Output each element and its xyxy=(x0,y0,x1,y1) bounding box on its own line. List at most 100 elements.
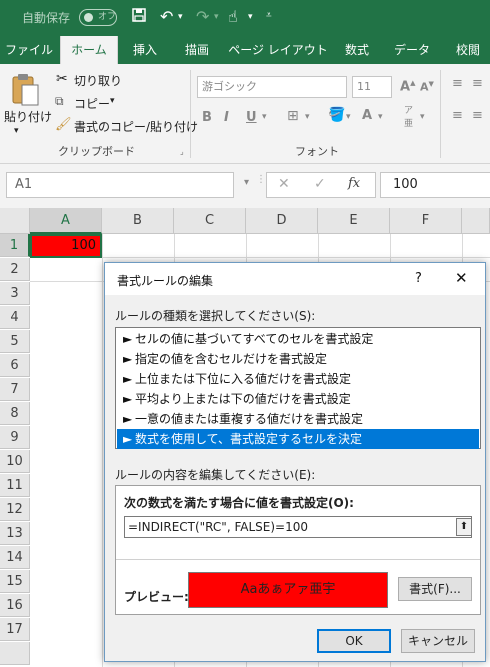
redo-icon: ↷ xyxy=(196,7,210,26)
row-header[interactable]: 8 xyxy=(0,402,30,425)
copy-icon[interactable]: ⧉ xyxy=(55,94,64,109)
copy-dropdown-icon[interactable]: ▾ xyxy=(110,96,115,106)
row-header[interactable]: 7 xyxy=(0,378,30,401)
collapse-dialog-icon[interactable]: ⬆ xyxy=(456,518,472,536)
fill-color-dropdown-icon[interactable]: ▾ xyxy=(346,112,351,122)
tab-data[interactable]: データ xyxy=(384,36,440,64)
tab-home[interactable]: ホーム xyxy=(60,36,118,64)
autosave-toggle[interactable]: オフ xyxy=(79,9,117,26)
font-size-combo[interactable]: 11 xyxy=(352,76,392,98)
italic-button[interactable]: I xyxy=(224,110,229,125)
tab-draw[interactable]: 描画 xyxy=(172,36,222,64)
column-header-f[interactable]: F xyxy=(390,208,462,234)
phonetic-dropdown-icon[interactable]: ▾ xyxy=(420,112,425,122)
align-center-icon[interactable]: ≡ xyxy=(472,108,483,123)
rule-type-item-selected[interactable]: ► 数式を使用して、書式設定するセルを決定 xyxy=(117,429,479,449)
clipboard-group-label: クリップボード xyxy=(58,145,135,158)
row-header[interactable]: 1 xyxy=(0,234,30,257)
undo-icon[interactable]: ↶ xyxy=(160,7,173,26)
undo-dropdown-icon[interactable]: ▾ xyxy=(178,12,183,22)
paste-button[interactable]: 貼り付け xyxy=(4,108,52,125)
borders-dropdown-icon[interactable]: ▾ xyxy=(305,112,310,122)
rule-type-item[interactable]: ► セルの値に基づいてすべてのセルを書式設定 xyxy=(117,329,479,349)
row-header[interactable]: 13 xyxy=(0,522,30,545)
arrow-icon: ► xyxy=(123,392,133,406)
align-top-icon[interactable]: ≡ xyxy=(452,76,463,91)
row-header[interactable]: 10 xyxy=(0,450,30,473)
tab-review[interactable]: 校閲 xyxy=(446,36,490,64)
rule-type-item[interactable]: ► 上位または下位に入る値だけを書式設定 xyxy=(117,369,479,389)
column-header-g[interactable] xyxy=(462,208,490,234)
font-color-dropdown-icon[interactable]: ▾ xyxy=(378,112,383,122)
panel-divider xyxy=(116,559,480,560)
row-header[interactable]: 16 xyxy=(0,594,30,617)
tab-formulas[interactable]: 数式 xyxy=(334,36,380,64)
format-painter-button[interactable]: 書式のコピー/貼り付け xyxy=(74,118,198,135)
scissors-icon[interactable]: ✂ xyxy=(56,71,68,87)
row-header[interactable]: 15 xyxy=(0,570,30,593)
column-header-e[interactable]: E xyxy=(318,208,390,234)
touch-mode-icon[interactable]: ☝ xyxy=(228,7,238,26)
formula-label: 次の数式を満たす場合に値を書式設定(O): xyxy=(124,496,354,510)
preview-box: Aaあぁアァ亜宇 xyxy=(188,572,388,608)
formula-input[interactable]: 100 xyxy=(380,172,490,198)
font-name-combo[interactable]: 游ゴシック xyxy=(197,76,347,98)
name-box-dropdown-icon[interactable]: ▾ xyxy=(244,177,249,188)
column-header-a[interactable]: A xyxy=(30,208,102,234)
cut-button[interactable]: 切り取り xyxy=(74,72,122,89)
rule-type-item[interactable]: ► 指定の値を含むセルだけを書式設定 xyxy=(117,349,479,369)
name-box[interactable]: A1 xyxy=(6,172,234,198)
phonetic-icon[interactable]: ア亜 xyxy=(404,103,413,129)
row-header[interactable]: 2 xyxy=(0,258,30,281)
format-painter-icon[interactable]: 🖌 xyxy=(55,117,72,132)
underline-button[interactable]: U xyxy=(246,110,257,125)
paste-dropdown-icon[interactable]: ▾ xyxy=(14,126,19,136)
rule-type-item[interactable]: ► 一意の値または重複する値だけを書式設定 xyxy=(117,409,479,429)
help-button[interactable]: ? xyxy=(415,271,422,286)
tab-insert[interactable]: 挿入 xyxy=(120,36,170,64)
column-header-b[interactable]: B xyxy=(102,208,174,234)
cancel-button[interactable]: キャンセル xyxy=(401,629,475,653)
rule-type-list[interactable]: ► セルの値に基づいてすべてのセルを書式設定 ► 指定の値を含むセルだけを書式設定 … xyxy=(115,327,481,449)
decrease-font-icon[interactable]: A▼ xyxy=(420,80,434,94)
row-header[interactable]: 5 xyxy=(0,330,30,353)
tab-file[interactable]: ファイル xyxy=(0,36,58,64)
row-header[interactable]: 4 xyxy=(0,306,30,329)
increase-font-icon[interactable]: A▲ xyxy=(400,79,415,94)
font-group-label: フォント xyxy=(295,145,339,158)
column-header-d[interactable]: D xyxy=(246,208,318,234)
insert-function-icon[interactable]: fx xyxy=(348,176,360,191)
align-middle-icon[interactable]: ≡ xyxy=(472,76,483,91)
row-header[interactable]: 3 xyxy=(0,282,30,305)
select-all-corner[interactable] xyxy=(0,208,30,234)
fill-color-icon[interactable]: 🪣 xyxy=(328,107,345,123)
align-left-icon[interactable]: ≡ xyxy=(452,108,463,123)
row-header[interactable]: 14 xyxy=(0,546,30,569)
underline-dropdown-icon[interactable]: ▾ xyxy=(262,112,267,122)
borders-icon[interactable]: ⊞ xyxy=(287,108,299,124)
ribbon-separator xyxy=(190,70,191,158)
tab-page-layout[interactable]: ページ レイアウト xyxy=(226,36,330,64)
format-button[interactable]: 書式(F)... xyxy=(398,577,472,601)
clipboard-launcher-icon[interactable]: ⌟ xyxy=(180,147,184,156)
arrow-icon: ► xyxy=(123,352,133,366)
cell-a1[interactable]: 100 xyxy=(30,234,102,258)
row-header[interactable] xyxy=(0,642,30,665)
copy-button[interactable]: コピー xyxy=(74,95,110,112)
rule-type-item[interactable]: ► 平均より上または下の値だけを書式設定 xyxy=(117,389,479,409)
touch-mode-dropdown-icon[interactable]: ▾ xyxy=(248,12,253,22)
row-header[interactable]: 11 xyxy=(0,474,30,497)
row-header[interactable]: 9 xyxy=(0,426,30,449)
row-header[interactable]: 6 xyxy=(0,354,30,377)
ok-button[interactable]: OK xyxy=(317,629,391,653)
close-icon[interactable]: ✕ xyxy=(455,269,468,287)
font-color-icon[interactable]: A xyxy=(362,108,372,123)
formula-field[interactable]: =INDIRECT("RC", FALSE)=100 ⬆ xyxy=(124,516,472,538)
column-header-c[interactable]: C xyxy=(174,208,246,234)
row-header[interactable]: 12 xyxy=(0,498,30,521)
save-icon[interactable] xyxy=(131,7,147,27)
paste-icon[interactable] xyxy=(10,72,40,109)
bold-button[interactable]: B xyxy=(202,110,212,125)
customize-qat-icon[interactable]: ⩡ xyxy=(266,10,272,21)
row-header[interactable]: 17 xyxy=(0,618,30,641)
